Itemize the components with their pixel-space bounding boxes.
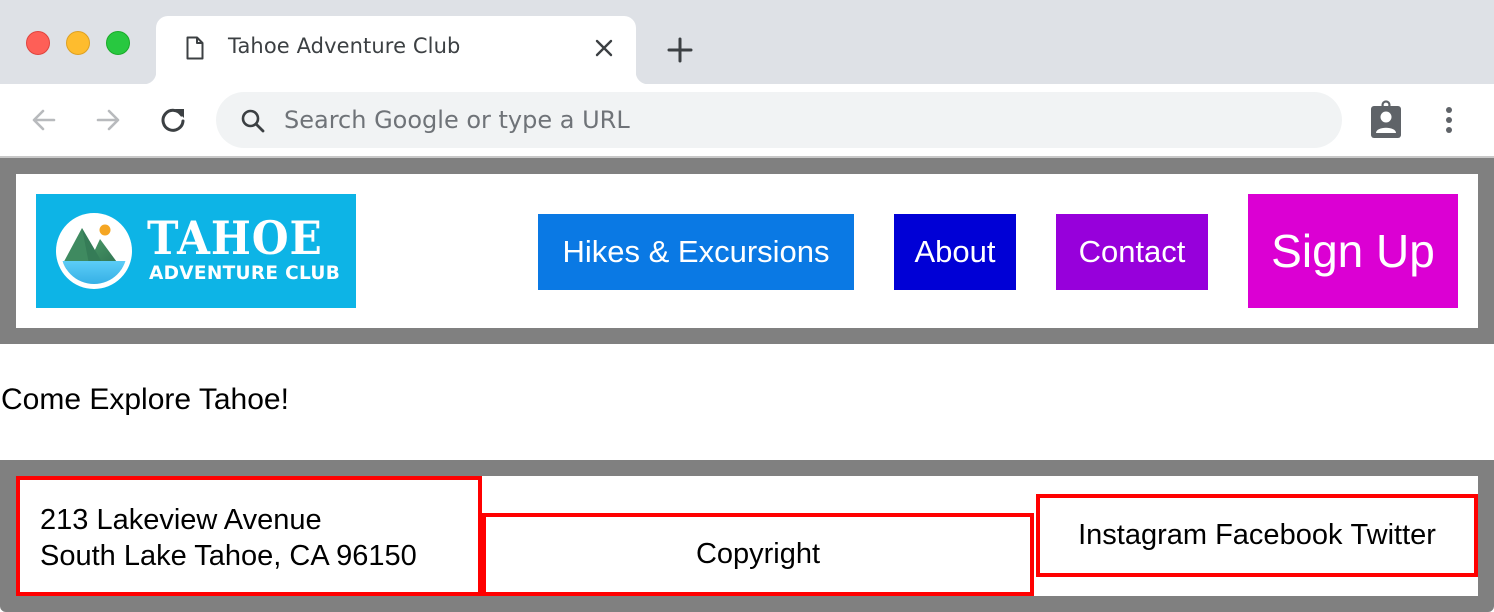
window-maximize-button[interactable] [106, 31, 130, 55]
footer-address: 213 Lakeview Avenue South Lake Tahoe, CA… [16, 476, 482, 596]
clipboard-person-icon[interactable] [1368, 100, 1404, 140]
site-footer: 213 Lakeview Avenue South Lake Tahoe, CA… [0, 460, 1494, 612]
search-icon [241, 109, 265, 133]
reload-icon[interactable] [157, 104, 189, 136]
document-icon [186, 36, 204, 60]
window-minimize-button[interactable] [66, 31, 90, 55]
social-link-instagram[interactable]: Instagram [1078, 519, 1207, 552]
nav-contact[interactable]: Contact [1056, 214, 1208, 290]
logo-title: TAHOE [147, 211, 323, 265]
arrow-left-icon[interactable] [28, 104, 60, 136]
sign-up-button[interactable]: Sign Up [1248, 194, 1458, 308]
social-link-twitter[interactable]: Twitter [1351, 519, 1436, 552]
nav-about[interactable]: About [894, 214, 1016, 290]
window-close-button[interactable] [26, 31, 50, 55]
close-tab-icon[interactable] [592, 36, 616, 60]
browser-tab-strip: Tahoe Adventure Club [0, 0, 1494, 84]
social-link-facebook[interactable]: Facebook [1215, 519, 1342, 552]
address-line-1: 213 Lakeview Avenue [40, 504, 322, 536]
site-header: TAHOE ADVENTURE CLUB Hikes & Excursions … [0, 158, 1494, 344]
copyright-text: Copyright [695, 538, 821, 570]
address-bar-input[interactable] [284, 92, 1284, 148]
footer-copyright: Copyright [482, 513, 1034, 596]
kebab-menu-icon[interactable] [1436, 104, 1462, 136]
nav-hikes-excursions[interactable]: Hikes & Excursions [538, 214, 854, 290]
omnibox[interactable] [216, 92, 1342, 148]
address-line-2: South Lake Tahoe, CA 96150 [40, 540, 417, 572]
site-logo[interactable]: TAHOE ADVENTURE CLUB [36, 194, 356, 308]
browser-tab-active[interactable]: Tahoe Adventure Club [144, 16, 648, 84]
tab-title: Tahoe Adventure Club [228, 34, 461, 58]
logo-subtitle: ADVENTURE CLUB [149, 263, 341, 284]
new-tab-plus-icon[interactable] [666, 36, 694, 64]
footer-social-links: Instagram Facebook Twitter [1036, 494, 1478, 577]
mountain-lake-sun-icon [56, 213, 132, 289]
tagline: Come Explore Tahoe! [1, 383, 289, 416]
browser-toolbar [0, 84, 1494, 158]
arrow-right-icon[interactable] [92, 104, 124, 136]
